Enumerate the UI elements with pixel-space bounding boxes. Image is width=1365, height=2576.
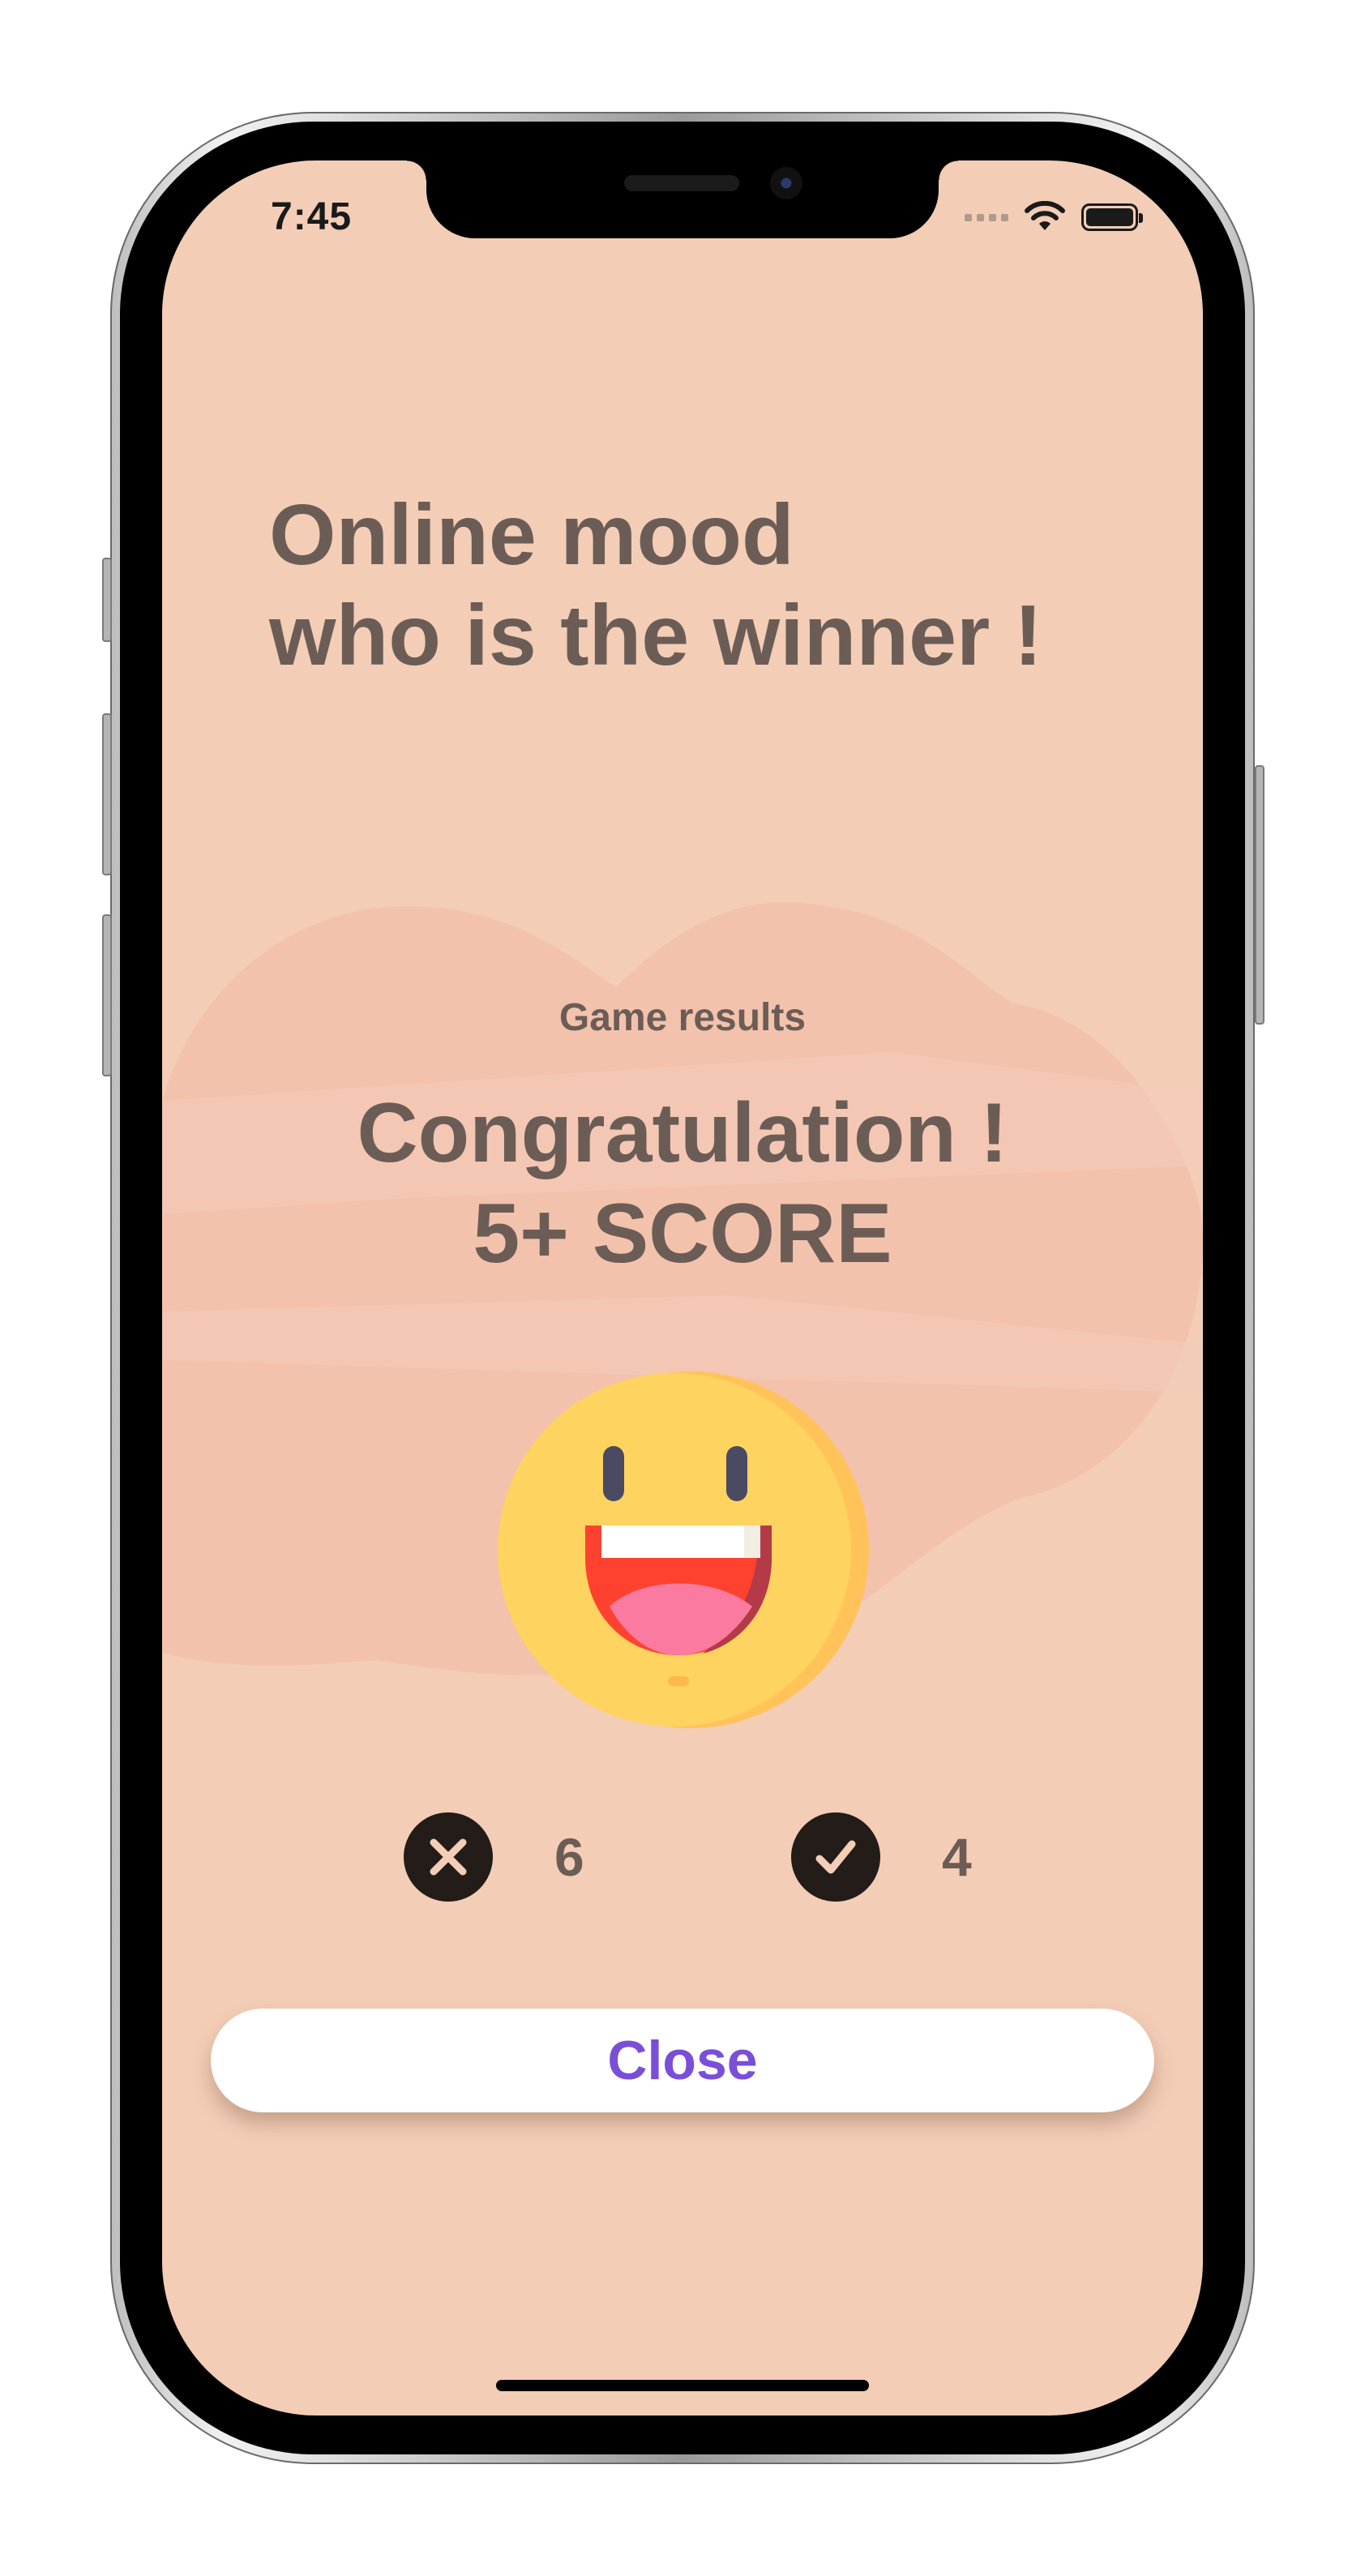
correct-answers: 4 xyxy=(791,1812,972,1902)
status-time: 7:45 xyxy=(271,195,353,238)
status-icons xyxy=(965,201,1143,233)
congratulation-text: Congratulation ! xyxy=(357,1086,1008,1180)
volume-up-button xyxy=(102,713,112,875)
mute-switch xyxy=(102,558,112,642)
cross-icon xyxy=(404,1812,493,1902)
battery-icon xyxy=(1081,203,1143,231)
wrong-answers: 6 xyxy=(404,1812,584,1902)
title-line-2: who is the winner ! xyxy=(269,588,1043,683)
close-button[interactable]: Close xyxy=(211,2009,1154,2112)
wrong-count: 6 xyxy=(554,1827,584,1887)
earpiece-speaker xyxy=(624,175,739,191)
result-headline: Congratulation ! 5+ SCORE xyxy=(162,1083,1203,1284)
volume-down-button xyxy=(102,914,112,1076)
title-line-1: Online mood xyxy=(269,487,794,583)
wifi-icon xyxy=(1025,201,1065,230)
game-results-label: Game results xyxy=(558,996,807,1039)
score-text: 5+ SCORE xyxy=(473,1187,892,1281)
screen: 7:45 Online mood who is the winner ! Gam… xyxy=(162,160,1203,2416)
signal-dots-icon xyxy=(965,213,1008,221)
page-title: Online mood who is the winner ! xyxy=(269,485,1042,686)
checkmark-icon xyxy=(791,1812,880,1902)
power-button xyxy=(1255,765,1264,1025)
correct-count: 4 xyxy=(942,1827,972,1887)
notch xyxy=(407,160,958,238)
front-camera xyxy=(770,167,802,199)
home-indicator[interactable] xyxy=(496,2380,869,2391)
laughing-face-icon xyxy=(498,1371,869,1728)
